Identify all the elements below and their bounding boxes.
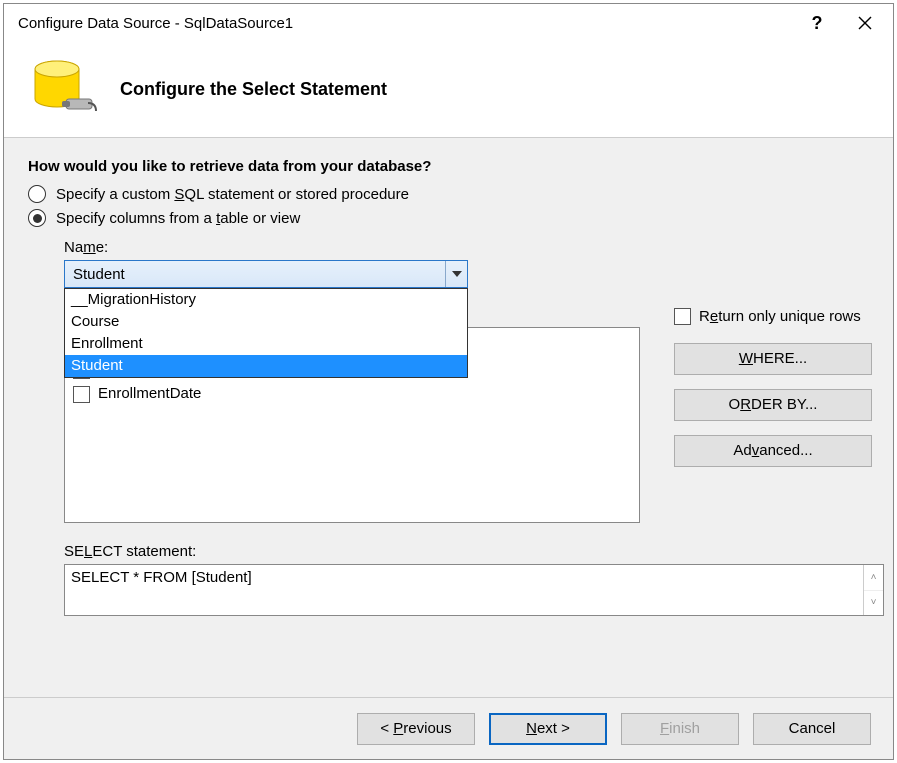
column-label: EnrollmentDate: [98, 382, 201, 406]
select-statement-text: SELECT * FROM [Student]: [71, 569, 252, 586]
table-picker-section: Name: Student __MigrationHistoryCourseEn…: [64, 239, 869, 616]
radio-custom-sql[interactable]: Specify a custom SQL statement or stored…: [28, 185, 869, 203]
wizard-title: Configure the Select Statement: [120, 79, 387, 100]
name-label: Name:: [64, 239, 869, 256]
titlebar: Configure Data Source - SqlDataSource1 ?: [4, 4, 893, 42]
checkbox-icon: [674, 308, 691, 325]
dropdown-item[interactable]: Course: [65, 311, 467, 333]
select-statement-label: SELECT statement:: [64, 543, 869, 560]
question-label: How would you like to retrieve data from…: [28, 158, 869, 175]
previous-button[interactable]: < Previous: [357, 713, 475, 745]
return-unique-checkbox[interactable]: Return only unique rows: [674, 308, 886, 325]
chevron-down-icon: [445, 261, 467, 287]
help-icon[interactable]: ?: [793, 5, 841, 41]
dropdown-item[interactable]: Student: [65, 355, 467, 377]
wizard-header: Configure the Select Statement: [4, 42, 893, 138]
wizard-footer: < Previous Next > Finish Cancel: [4, 697, 893, 759]
finish-button: Finish: [621, 713, 739, 745]
radio-icon: [28, 209, 46, 227]
radio-specify-columns[interactable]: Specify columns from a table or view: [28, 209, 869, 227]
spinner-down-icon[interactable]: ˅: [864, 591, 883, 616]
radio-icon: [28, 185, 46, 203]
table-name-dropdown[interactable]: __MigrationHistoryCourseEnrollmentStuden…: [64, 288, 468, 378]
close-icon[interactable]: [841, 5, 889, 41]
next-button[interactable]: Next >: [489, 713, 607, 745]
options-column: Return only unique rows WHERE... ORDER B…: [674, 306, 886, 481]
radio-specify-columns-label: Specify columns from a table or view: [56, 210, 300, 227]
radio-custom-sql-label: Specify a custom SQL statement or stored…: [56, 186, 409, 203]
dropdown-item[interactable]: Enrollment: [65, 333, 467, 355]
cancel-button[interactable]: Cancel: [753, 713, 871, 745]
combobox-value: Student: [65, 266, 445, 283]
orderby-button[interactable]: ORDER BY...: [674, 389, 872, 421]
table-name-combobox[interactable]: Student __MigrationHistoryCourseEnrollme…: [64, 260, 468, 288]
advanced-button[interactable]: Advanced...: [674, 435, 872, 467]
wizard-dialog: Configure Data Source - SqlDataSource1 ?…: [3, 3, 894, 760]
spinner[interactable]: ˄ ˅: [863, 565, 883, 615]
column-checkbox-row[interactable]: EnrollmentDate: [73, 382, 631, 406]
return-unique-label: Return only unique rows: [699, 308, 861, 325]
wizard-content: How would you like to retrieve data from…: [4, 138, 893, 630]
window-title: Configure Data Source - SqlDataSource1: [18, 15, 793, 32]
where-button[interactable]: WHERE...: [674, 343, 872, 375]
spinner-up-icon[interactable]: ˄: [864, 565, 883, 591]
select-statement-box[interactable]: SELECT * FROM [Student] ˄ ˅: [64, 564, 884, 616]
database-icon: [28, 55, 98, 125]
dropdown-item[interactable]: __MigrationHistory: [65, 289, 467, 311]
checkbox-icon: [73, 386, 90, 403]
